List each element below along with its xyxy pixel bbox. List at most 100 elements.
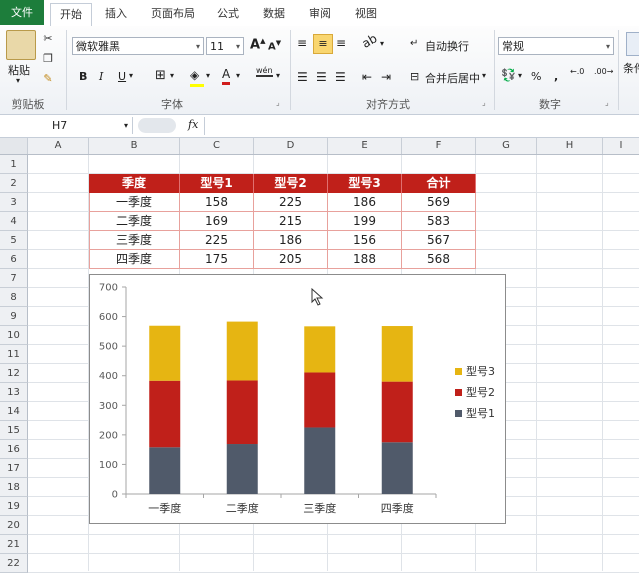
table-cell[interactable]: 583 <box>402 212 476 231</box>
column-header[interactable]: H <box>537 138 603 154</box>
borders-icon[interactable]: ⊞ <box>155 68 166 83</box>
currency-dropdown-icon[interactable]: ▾ <box>518 71 522 80</box>
row-header[interactable]: 3 <box>0 193 28 212</box>
wrap-text-button[interactable]: 自动换行 <box>425 38 469 54</box>
column-header[interactable]: C <box>180 138 254 154</box>
select-all-corner[interactable] <box>0 138 28 154</box>
tab-page-layout[interactable]: 页面布局 <box>144 3 202 25</box>
row-header[interactable]: 13 <box>0 383 28 402</box>
align-right-icon[interactable]: ☰ <box>335 70 346 84</box>
dialog-launcher-icon[interactable]: ⌟ <box>605 98 609 107</box>
percent-button[interactable]: % <box>531 70 541 83</box>
row-header[interactable]: 20 <box>0 516 28 535</box>
orientation-icon[interactable]: ab <box>360 31 380 51</box>
tab-formulas[interactable]: 公式 <box>210 3 246 25</box>
table-cell[interactable]: 205 <box>254 250 328 269</box>
cut-icon[interactable]: ✂ <box>40 32 56 46</box>
align-center-icon[interactable]: ☰ <box>316 70 327 84</box>
table-cell[interactable]: 175 <box>180 250 254 269</box>
table-cell[interactable]: 188 <box>328 250 402 269</box>
table-cell[interactable]: 158 <box>180 193 254 212</box>
underline-dropdown-icon[interactable]: ▾ <box>129 71 133 80</box>
row-header[interactable]: 14 <box>0 402 28 421</box>
row-header[interactable]: 7 <box>0 269 28 288</box>
table-cell[interactable]: 二季度 <box>89 212 180 231</box>
column-header[interactable]: B <box>89 138 180 154</box>
row-header[interactable]: 1 <box>0 155 28 174</box>
font-color-button[interactable]: A <box>222 67 231 85</box>
column-header[interactable]: E <box>328 138 402 154</box>
table-cell[interactable]: 569 <box>402 193 476 212</box>
format-painter-icon[interactable]: ✎ <box>40 72 56 86</box>
underline-button[interactable]: U <box>118 70 126 83</box>
fill-color-icon[interactable]: ◈ <box>190 68 204 87</box>
fill-color-dropdown-icon[interactable]: ▾ <box>206 71 210 80</box>
grow-font-button[interactable]: A▲ <box>250 37 265 52</box>
row-header[interactable]: 17 <box>0 459 28 478</box>
tab-review[interactable]: 审阅 <box>302 3 338 25</box>
paste-icon[interactable] <box>6 30 36 60</box>
stacked-column-chart[interactable]: 0 100 200 300 400 500 600 700 一季度 二季度 三季度 四季度 型号3 型号2… <box>89 274 506 524</box>
table-cell[interactable]: 186 <box>254 231 328 250</box>
table-header-cell[interactable]: 合计 <box>402 174 476 193</box>
align-bottom-icon[interactable]: ≡ <box>336 36 346 50</box>
table-cell[interactable]: 567 <box>402 231 476 250</box>
font-color-dropdown-icon[interactable]: ▾ <box>236 71 240 80</box>
column-header[interactable]: A <box>28 138 89 154</box>
align-middle-icon[interactable]: ≡ <box>313 34 333 54</box>
row-header[interactable]: 22 <box>0 554 28 573</box>
table-cell[interactable]: 三季度 <box>89 231 180 250</box>
tab-home[interactable]: 开始 <box>50 3 92 27</box>
italic-button[interactable]: I <box>99 70 103 83</box>
tab-view[interactable]: 视图 <box>348 3 384 25</box>
row-header[interactable]: 5 <box>0 231 28 250</box>
paste-dropdown-icon[interactable]: ▾ <box>16 76 20 85</box>
formula-bar-splitter[interactable] <box>138 118 176 133</box>
row-header[interactable]: 16 <box>0 440 28 459</box>
row-header[interactable]: 2 <box>0 174 28 193</box>
table-header-cell[interactable]: 型号1 <box>180 174 254 193</box>
copy-icon[interactable]: ❐ <box>40 52 56 66</box>
row-header[interactable]: 9 <box>0 307 28 326</box>
align-left-icon[interactable]: ☰ <box>297 70 308 84</box>
row-header[interactable]: 12 <box>0 364 28 383</box>
name-box[interactable]: H7 ▾ <box>0 117 133 134</box>
row-header[interactable]: 15 <box>0 421 28 440</box>
font-name-select[interactable]: 微软雅黑 ▾ <box>72 37 204 55</box>
table-header-cell[interactable]: 季度 <box>89 174 180 193</box>
merge-center-button[interactable]: 合并后居中 <box>425 70 480 86</box>
phonetic-dropdown-icon[interactable]: ▾ <box>276 71 280 80</box>
table-cell[interactable]: 156 <box>328 231 402 250</box>
align-top-icon[interactable]: ≡ <box>297 36 307 50</box>
number-format-select[interactable]: 常规 ▾ <box>498 37 614 55</box>
decrease-decimal-button[interactable]: .00→ <box>594 68 614 76</box>
bold-button[interactable]: B <box>79 70 87 83</box>
insert-function-button[interactable]: fx <box>188 118 198 131</box>
decrease-indent-icon[interactable]: ⇤ <box>362 70 372 84</box>
conditional-formatting-icon[interactable] <box>626 32 639 56</box>
row-header[interactable]: 21 <box>0 535 28 554</box>
row-header[interactable]: 18 <box>0 478 28 497</box>
orientation-dropdown-icon[interactable]: ▾ <box>380 39 384 48</box>
table-cell[interactable]: 199 <box>328 212 402 231</box>
dialog-launcher-icon[interactable]: ⌟ <box>276 98 280 107</box>
conditional-formatting-button[interactable]: 条件 <box>623 60 639 76</box>
table-cell[interactable]: 一季度 <box>89 193 180 212</box>
column-header[interactable]: I <box>603 138 639 154</box>
phonetic-guide-button[interactable]: wén <box>256 66 273 77</box>
column-header[interactable]: F <box>402 138 476 154</box>
row-header[interactable]: 8 <box>0 288 28 307</box>
borders-dropdown-icon[interactable]: ▾ <box>170 71 174 80</box>
increase-indent-icon[interactable]: ⇥ <box>381 70 391 84</box>
column-header[interactable]: D <box>254 138 328 154</box>
currency-icon[interactable]: 💱 <box>501 68 516 82</box>
dialog-launcher-icon[interactable]: ⌟ <box>482 98 486 107</box>
table-cell[interactable]: 169 <box>180 212 254 231</box>
row-header[interactable]: 10 <box>0 326 28 345</box>
table-cell[interactable]: 186 <box>328 193 402 212</box>
tab-file[interactable]: 文件 <box>0 0 44 25</box>
font-size-select[interactable]: 11 ▾ <box>206 37 244 55</box>
table-header-cell[interactable]: 型号3 <box>328 174 402 193</box>
table-cell[interactable]: 225 <box>180 231 254 250</box>
comma-style-button[interactable]: , <box>554 70 558 83</box>
